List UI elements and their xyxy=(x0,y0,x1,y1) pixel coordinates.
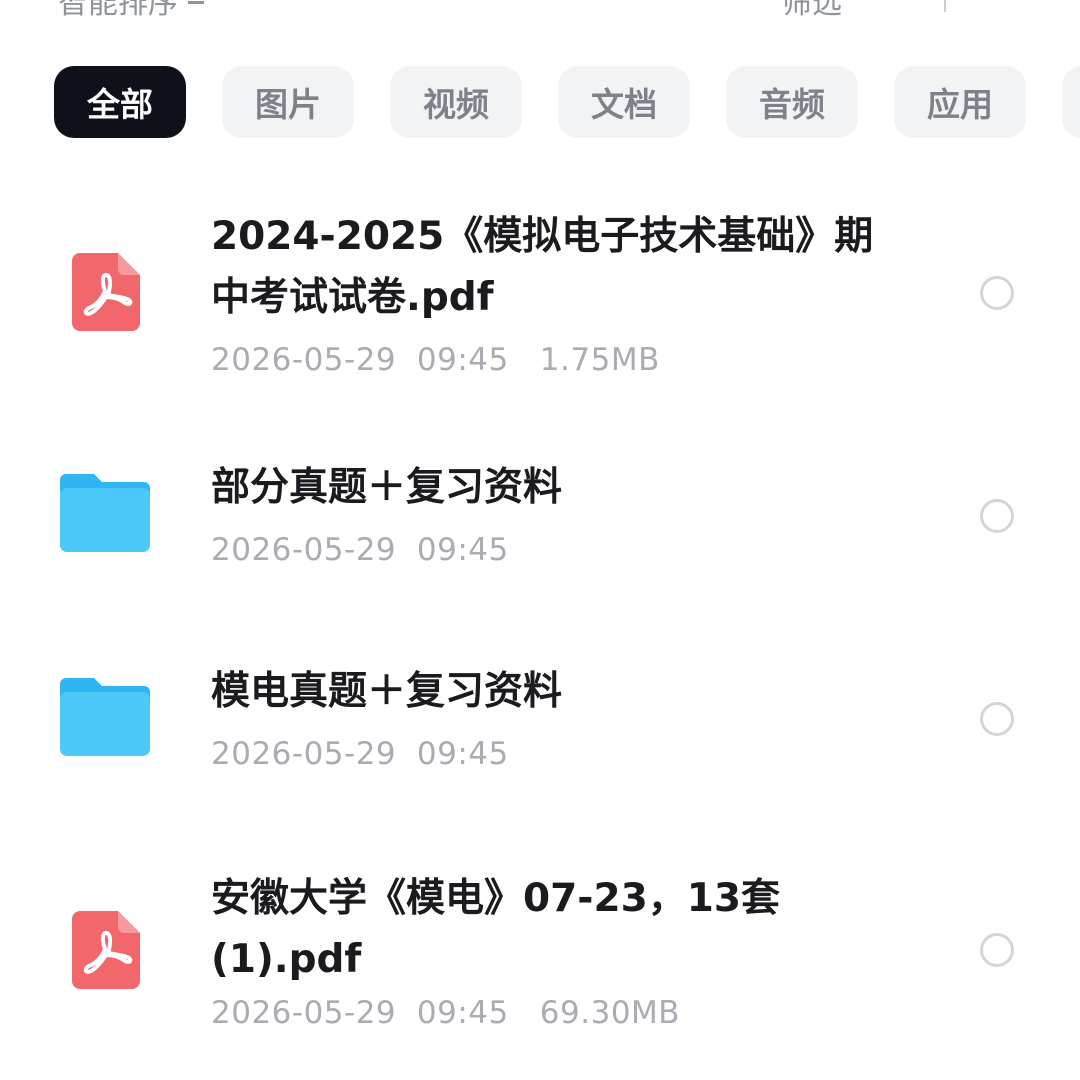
folder-icon xyxy=(60,678,150,756)
file-name: 2024-2025《模拟电子技术基础》期中考试试卷.pdf xyxy=(211,214,874,320)
file-date: 2026-05-29 xyxy=(211,736,397,772)
list-item[interactable]: 部分真题＋复习资料 2026-05-29 09:45 xyxy=(0,420,1080,620)
file-meta: 2026-05-29 09:45 69.30MB xyxy=(211,995,680,1031)
select-radio[interactable] xyxy=(980,499,1014,533)
pdf-file-icon xyxy=(72,911,140,989)
file-time: 09:45 xyxy=(416,342,509,378)
file-manager-screen: 智能排序 筛选 全部 图片 视频 文档 音频 应用 2024-2025《模拟电子… xyxy=(0,0,1080,1080)
file-name: 安徽大学《模电》07-23，13套(1).pdf xyxy=(211,876,781,982)
file-time: 09:45 xyxy=(416,995,509,1031)
file-meta: 2026-05-29 09:45 xyxy=(211,736,509,772)
pdf-file-icon xyxy=(72,253,140,331)
select-radio[interactable] xyxy=(980,933,1014,967)
select-radio[interactable] xyxy=(980,702,1014,736)
file-meta: 2026-05-29 09:45 1.75MB xyxy=(211,342,660,378)
file-date: 2026-05-29 xyxy=(211,342,397,378)
file-time: 09:45 xyxy=(416,532,509,568)
file-date: 2026-05-29 xyxy=(211,995,397,1031)
select-radio[interactable] xyxy=(980,276,1014,310)
file-date: 2026-05-29 xyxy=(211,532,397,568)
file-time: 09:45 xyxy=(416,736,509,772)
list-item[interactable]: 安徽大学《模电》07-23，13套(1).pdf 2026-05-29 09:4… xyxy=(0,820,1080,1080)
folder-name: 部分真题＋复习资料 xyxy=(211,465,563,510)
file-meta: 2026-05-29 09:45 xyxy=(211,532,509,568)
list-item[interactable]: 模电真题＋复习资料 2026-05-29 09:45 xyxy=(0,620,1080,820)
folder-name: 模电真题＋复习资料 xyxy=(211,669,563,714)
folder-icon xyxy=(60,474,150,552)
list-item[interactable]: 2024-2025《模拟电子技术基础》期中考试试卷.pdf 2026-05-29… xyxy=(0,0,1080,420)
file-size: 1.75MB xyxy=(539,342,660,378)
file-size: 69.30MB xyxy=(539,995,681,1031)
